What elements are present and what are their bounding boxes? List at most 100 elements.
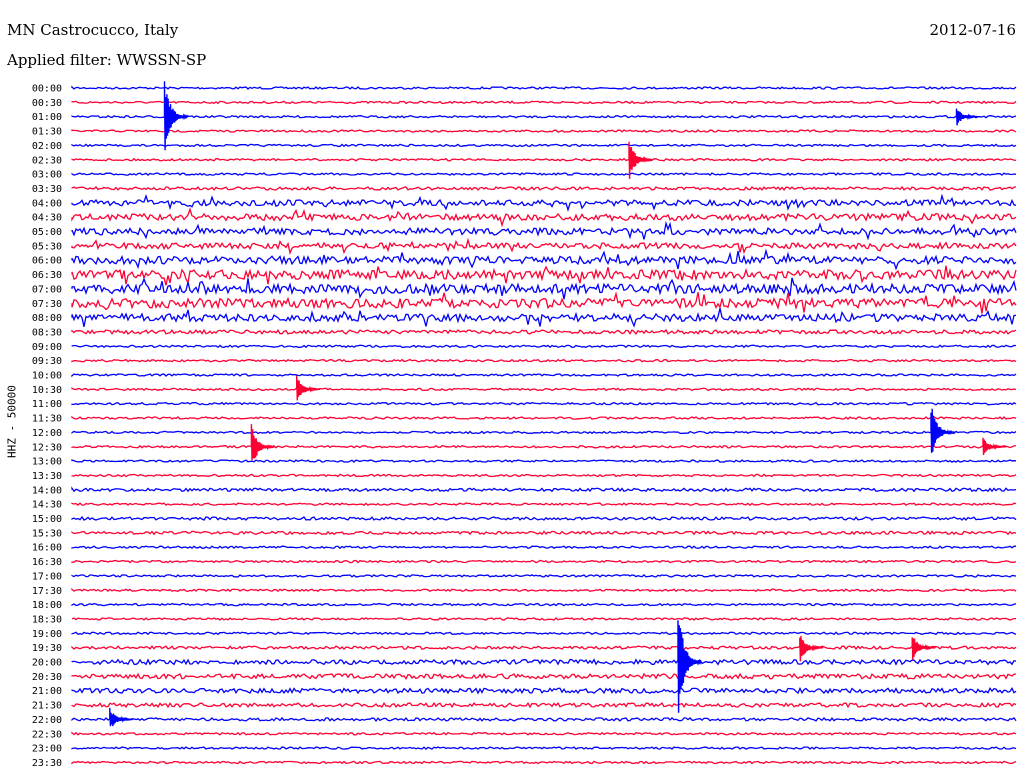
row-time-label: 18:00 — [32, 600, 62, 611]
trace-line — [71, 248, 1017, 271]
row-time-label: 18:30 — [32, 614, 62, 625]
row-time-label: 01:00 — [32, 112, 62, 123]
trace-line — [71, 265, 1017, 286]
row-time-label: 08:30 — [32, 327, 62, 338]
row-time-label: 15:30 — [32, 528, 62, 539]
trace-line — [71, 486, 1017, 493]
seismic-event — [296, 375, 321, 401]
row-time-label: 07:30 — [32, 299, 62, 310]
trace-line — [71, 193, 1017, 213]
row-time-label: 00:00 — [32, 84, 62, 95]
trace-line — [71, 220, 1017, 241]
trace-line — [71, 85, 1017, 90]
row-time-label: 21:00 — [32, 686, 62, 697]
trace-line — [71, 631, 1017, 636]
row-time-label: 12:30 — [32, 442, 62, 453]
row-time-label: 20:30 — [32, 672, 62, 683]
row-time-label: 19:00 — [32, 629, 62, 640]
row-time-label: 03:00 — [32, 170, 62, 181]
trace-line — [71, 277, 1017, 300]
row-time-label: 05:00 — [32, 227, 62, 238]
trace-line — [71, 587, 1017, 593]
row-time-label: 10:30 — [32, 385, 62, 396]
row-time-label: 06:30 — [32, 270, 62, 281]
row-time-label: 16:00 — [32, 543, 62, 554]
trace-line — [71, 672, 1017, 680]
trace-line — [71, 574, 1017, 578]
row-time-label: 05:30 — [32, 241, 62, 252]
trace-line — [71, 760, 1017, 765]
row-time-label: 09:30 — [32, 356, 62, 367]
row-time-label: 20:00 — [32, 658, 62, 669]
trace-line — [71, 716, 1017, 722]
row-time-label: 23:30 — [32, 758, 62, 769]
row-time-label: 06:00 — [32, 256, 62, 267]
seismic-event — [955, 108, 981, 126]
trace-line — [71, 308, 1017, 328]
row-time-label: 04:30 — [32, 213, 62, 224]
row-time-label: 09:00 — [32, 342, 62, 353]
row-time-label: 08:00 — [32, 313, 62, 324]
trace-line — [71, 658, 1017, 666]
trace-line — [71, 545, 1017, 550]
row-time-label: 04:00 — [32, 198, 62, 209]
row-time-label: 19:30 — [32, 643, 62, 654]
row-time-label: 21:30 — [32, 701, 62, 712]
trace-line — [71, 100, 1017, 105]
row-time-label: 22:30 — [32, 729, 62, 740]
trace-line — [71, 515, 1017, 521]
row-time-label: 23:00 — [32, 744, 62, 755]
trace-line — [71, 143, 1017, 148]
trace-line — [71, 373, 1017, 378]
trace-line — [71, 686, 1017, 695]
trace-line — [71, 328, 1017, 335]
row-time-label: 17:30 — [32, 586, 62, 597]
trace-line — [71, 344, 1017, 349]
row-time-label: 13:30 — [32, 471, 62, 482]
trace-line — [71, 701, 1017, 709]
trace-line — [71, 645, 1017, 651]
trace-line — [71, 401, 1017, 406]
trace-line — [71, 237, 1017, 256]
trace-line — [71, 157, 1017, 162]
seismic-event — [911, 637, 936, 660]
trace-line — [71, 358, 1017, 363]
trace-line — [71, 459, 1017, 463]
row-time-label: 02:00 — [32, 141, 62, 152]
trace-line — [71, 185, 1017, 191]
trace-line — [71, 617, 1016, 621]
row-time-label: 16:30 — [32, 557, 62, 568]
row-time-label: 01:30 — [32, 127, 62, 138]
trace-line — [71, 172, 1017, 177]
seismic-event — [799, 635, 824, 662]
row-time-label: 07:00 — [32, 284, 62, 295]
trace-line — [71, 129, 1017, 133]
trace-line — [71, 291, 1017, 314]
trace-line — [71, 473, 1017, 478]
row-time-label: 13:00 — [32, 457, 62, 468]
row-time-label: 12:00 — [32, 428, 62, 439]
seismic-event — [250, 424, 276, 461]
trace-line — [71, 559, 1017, 564]
row-time-label: 15:00 — [32, 514, 62, 525]
row-time-label: 11:00 — [32, 399, 62, 410]
trace-line — [71, 114, 1017, 119]
seismic-event — [982, 437, 1007, 456]
row-time-label: 14:00 — [32, 485, 62, 496]
seismic-event — [163, 81, 189, 151]
row-time-label: 00:30 — [32, 98, 62, 109]
row-time-label: 22:00 — [32, 715, 62, 726]
trace-line — [71, 415, 1017, 420]
row-time-label: 03:30 — [32, 184, 62, 195]
trace-line — [71, 602, 1017, 607]
trace-line — [71, 746, 1017, 750]
trace-line — [71, 387, 1017, 392]
trace-line — [71, 207, 1017, 228]
seismic-event — [109, 707, 134, 727]
row-time-label: 10:00 — [32, 371, 62, 382]
helicorder-plot: 00:00 00:30 01:00 01:30 02:00 02:30 03:00 03:30… — [32, 81, 1017, 769]
row-time-label: 02:30 — [32, 155, 62, 166]
trace-line — [71, 731, 1017, 736]
trace-line — [71, 444, 1016, 449]
row-time-label: 11:30 — [32, 414, 62, 425]
